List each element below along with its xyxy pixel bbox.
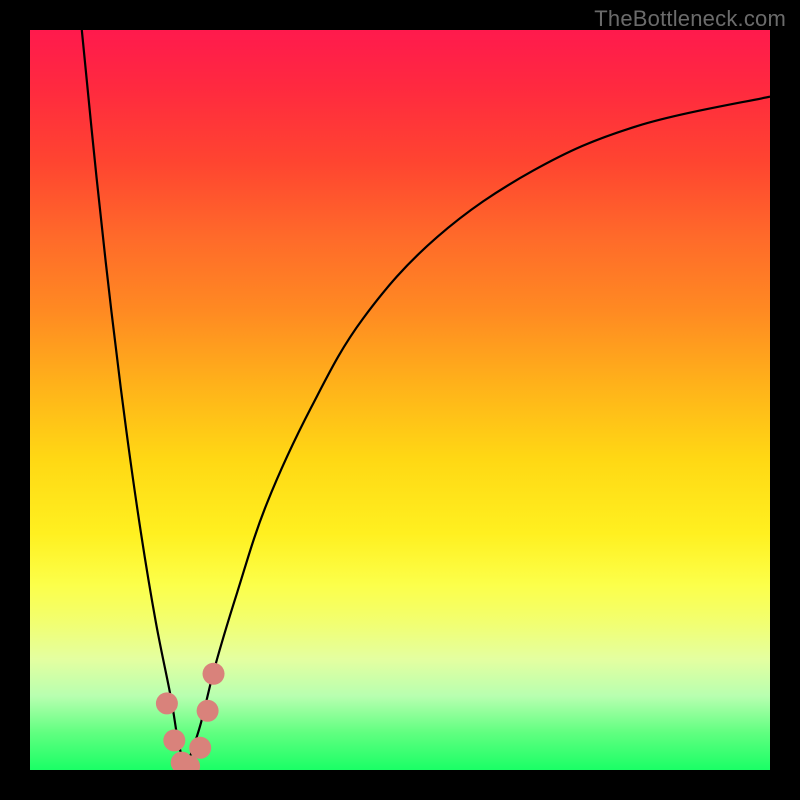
highlight-marker [197, 700, 219, 722]
highlight-marker [189, 737, 211, 759]
curves-svg [30, 30, 770, 770]
highlight-marker [203, 663, 225, 685]
chart-frame: TheBottleneck.com [0, 0, 800, 800]
curve-left-branch [82, 30, 186, 770]
plot-area [30, 30, 770, 770]
highlight-marker [163, 729, 185, 751]
curve-right-branch [185, 97, 770, 770]
watermark-text: TheBottleneck.com [594, 6, 786, 32]
highlight-marker [156, 692, 178, 714]
